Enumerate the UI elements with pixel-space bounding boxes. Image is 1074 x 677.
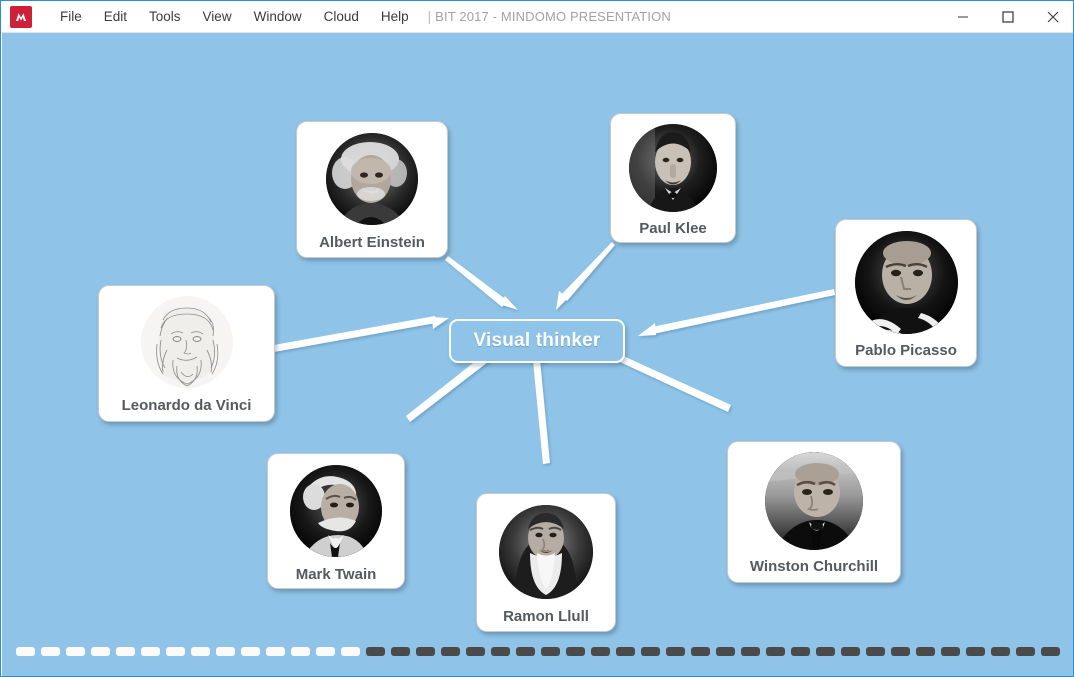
progress-dash-remaining[interactable]	[491, 646, 510, 656]
application-window: File Edit Tools View Window Cloud Help |…	[0, 0, 1074, 677]
progress-dash-remaining[interactable]	[841, 646, 860, 656]
progress-dash-completed[interactable]	[91, 646, 110, 656]
progress-dash-remaining[interactable]	[391, 646, 410, 656]
node-label-albert-einstein: Albert Einstein	[319, 234, 425, 251]
portrait-ramon-llull	[499, 505, 593, 599]
title-bar: File Edit Tools View Window Cloud Help |…	[1, 1, 1073, 33]
progress-dash-remaining[interactable]	[666, 646, 685, 656]
menu-item-edit[interactable]: Edit	[93, 1, 138, 33]
connector-pablo-picasso	[638, 289, 835, 336]
progress-dash-remaining[interactable]	[591, 646, 610, 656]
central-node-label: Visual thinker	[473, 330, 601, 351]
progress-dash-remaining[interactable]	[566, 646, 585, 656]
progress-dash-remaining[interactable]	[916, 646, 935, 656]
progress-dash-remaining[interactable]	[716, 646, 735, 656]
node-winston-churchill[interactable]: Winston Churchill	[727, 441, 901, 583]
node-ramon-llull[interactable]: Ramon Llull	[476, 493, 616, 632]
node-albert-einstein[interactable]: Albert Einstein	[296, 121, 448, 258]
maximize-button[interactable]	[985, 1, 1030, 33]
node-paul-klee[interactable]: Paul Klee	[610, 113, 736, 243]
progress-dash-remaining[interactable]	[1041, 646, 1060, 656]
menu-item-cloud[interactable]: Cloud	[313, 1, 370, 33]
node-leonardo-da-vinci[interactable]: Leonardo da Vinci	[98, 285, 275, 422]
progress-dash-completed[interactable]	[191, 646, 210, 656]
connector-leonardo-da-vinci	[274, 316, 449, 352]
mindomo-logo-icon	[10, 5, 32, 28]
progress-dash-remaining[interactable]	[466, 646, 485, 656]
mindmap-canvas[interactable]: Albert Einstein Paul Klee Pablo Picasso …	[2, 33, 1073, 676]
portrait-albert-einstein	[326, 133, 418, 225]
progress-dash-completed[interactable]	[216, 646, 235, 656]
progress-dash-completed[interactable]	[41, 646, 60, 656]
menu-item-file[interactable]: File	[49, 1, 93, 33]
progress-dash-remaining[interactable]	[891, 646, 910, 656]
close-button[interactable]	[1030, 1, 1073, 33]
close-icon	[1047, 11, 1058, 22]
node-label-winston-churchill: Winston Churchill	[749, 558, 879, 575]
menu-item-window[interactable]: Window	[243, 1, 313, 33]
progress-dash-remaining[interactable]	[816, 646, 835, 656]
minimize-icon	[957, 15, 968, 18]
progress-dash-completed[interactable]	[341, 646, 360, 656]
progress-dash-completed[interactable]	[266, 646, 285, 656]
progress-dash-remaining[interactable]	[741, 646, 760, 656]
node-label-paul-klee: Paul Klee	[639, 220, 707, 237]
progress-dash-completed[interactable]	[316, 646, 335, 656]
node-central-visual-thinker[interactable]: Visual thinker	[449, 319, 625, 363]
progress-dash-remaining[interactable]	[541, 646, 560, 656]
node-mark-twain[interactable]: Mark Twain	[267, 453, 405, 589]
progress-dash-remaining[interactable]	[366, 646, 385, 656]
progress-dash-completed[interactable]	[141, 646, 160, 656]
progress-dash-remaining[interactable]	[641, 646, 660, 656]
portrait-paul-klee	[629, 124, 717, 212]
node-pablo-picasso[interactable]: Pablo Picasso	[835, 219, 977, 367]
node-label-ramon-llull: Ramon Llull	[503, 608, 589, 625]
progress-dash-remaining[interactable]	[966, 646, 985, 656]
progress-dash-remaining[interactable]	[416, 646, 435, 656]
progress-dash-remaining[interactable]	[441, 646, 460, 656]
progress-dash-completed[interactable]	[16, 646, 35, 656]
progress-dash-completed[interactable]	[116, 646, 135, 656]
progress-dash-remaining[interactable]	[691, 646, 710, 656]
node-label-leonardo-da-vinci: Leonardo da Vinci	[121, 397, 252, 414]
document-title: BIT 2017 - MINDOMO PRESENTATION	[435, 8, 671, 24]
menu-bar: File Edit Tools View Window Cloud Help	[49, 1, 420, 33]
progress-dash-remaining[interactable]	[616, 646, 635, 656]
window-controls	[940, 1, 1073, 33]
progress-dash-completed[interactable]	[291, 646, 310, 656]
progress-dash-completed[interactable]	[166, 646, 185, 656]
portrait-mark-twain	[290, 465, 382, 557]
menu-item-help[interactable]: Help	[370, 1, 420, 33]
progress-dash-remaining[interactable]	[1016, 646, 1035, 656]
progress-dash-remaining[interactable]	[991, 646, 1010, 656]
maximize-icon	[1001, 10, 1014, 23]
presentation-progress-bar[interactable]	[2, 646, 1073, 656]
progress-dash-remaining[interactable]	[766, 646, 785, 656]
connector-ramon-llull	[530, 346, 550, 464]
portrait-pablo-picasso	[854, 231, 958, 334]
portrait-leonardo-da-vinci	[140, 296, 233, 388]
progress-dash-remaining[interactable]	[791, 646, 810, 656]
node-label-mark-twain: Mark Twain	[295, 566, 377, 583]
menu-item-view[interactable]: View	[192, 1, 243, 33]
progress-dash-remaining[interactable]	[866, 646, 885, 656]
title-separator: |	[427, 8, 432, 24]
menu-item-tools[interactable]: Tools	[138, 1, 192, 33]
connector-paul-klee	[556, 242, 615, 310]
portrait-winston-churchill	[765, 452, 863, 550]
progress-dash-completed[interactable]	[241, 646, 260, 656]
progress-dash-completed[interactable]	[66, 646, 85, 656]
progress-dash-remaining[interactable]	[941, 646, 960, 656]
progress-dash-remaining[interactable]	[516, 646, 535, 656]
minimize-button[interactable]	[940, 1, 985, 33]
node-label-pablo-picasso: Pablo Picasso	[855, 342, 957, 359]
connector-albert-einstein	[445, 256, 518, 310]
